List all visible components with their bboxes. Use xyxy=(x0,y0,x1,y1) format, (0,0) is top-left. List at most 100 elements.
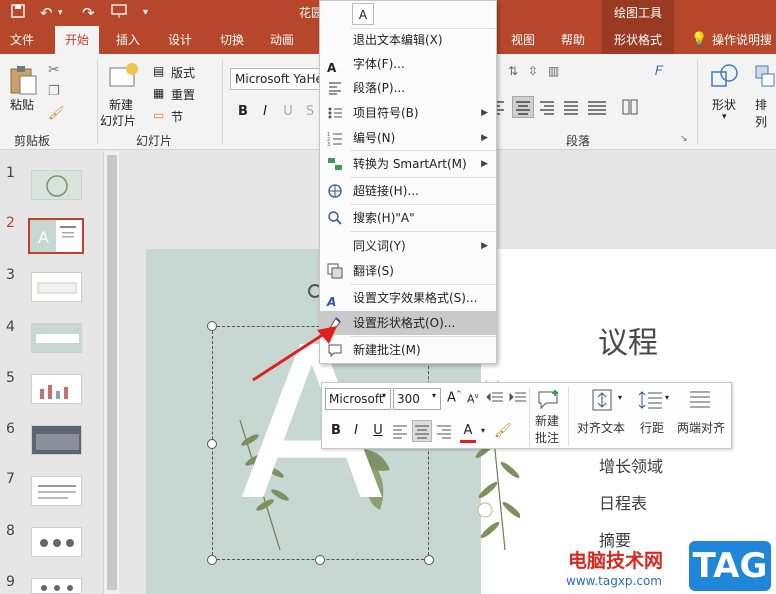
customize-qat-icon[interactable]: ▾ xyxy=(143,3,148,23)
resize-handle[interactable] xyxy=(207,555,217,565)
slide-thumbnail-3[interactable] xyxy=(31,272,82,302)
align-text-label[interactable]: 对齐文本 xyxy=(577,419,625,436)
menu-item-search[interactable]: 搜索(H)"A" xyxy=(320,206,496,230)
new-slide-label-1[interactable]: 新建 xyxy=(109,96,133,113)
reset-label[interactable]: 重置 xyxy=(171,86,195,103)
paste-label[interactable]: 粘贴 xyxy=(10,96,34,113)
line-spacing-dropdown-icon[interactable]: ▾ xyxy=(665,393,669,402)
dialog-launcher-icon[interactable]: ↘ xyxy=(680,134,688,144)
format-painter-icon[interactable]: 🖌 xyxy=(48,106,65,121)
tab-home[interactable]: 开始 xyxy=(55,26,99,54)
menu-item-hyperlink[interactable]: 超链接(H)... xyxy=(320,179,496,203)
new-slide-icon[interactable] xyxy=(108,62,138,93)
copy-icon[interactable]: ❐ xyxy=(48,84,60,99)
tab-shape-format[interactable]: 形状格式 xyxy=(602,26,674,54)
font-color-dropdown-icon[interactable]: ▾ xyxy=(481,426,485,435)
mini-align-left-icon[interactable] xyxy=(390,420,410,442)
mini-align-right-icon[interactable] xyxy=(434,420,454,442)
menu-item-font[interactable]: A 字体(F)... xyxy=(320,52,496,76)
menu-item-format-shape[interactable]: 设置形状格式(O)... xyxy=(320,311,496,335)
strikethrough-button[interactable]: S xyxy=(300,102,320,122)
resize-handle[interactable] xyxy=(424,555,434,565)
menu-item-translate[interactable]: 翻译(S) xyxy=(320,259,496,283)
distributed-icon[interactable] xyxy=(586,98,608,119)
menu-item-convert-smartart[interactable]: 转换为 SmartArt(M) ▶ xyxy=(320,152,496,176)
layout-label[interactable]: 版式 xyxy=(171,64,195,81)
italic-button[interactable]: I xyxy=(255,102,275,122)
paste-icon[interactable] xyxy=(8,64,38,99)
slide-title[interactable]: 议程 xyxy=(598,318,658,362)
new-slide-label-2[interactable]: 幻灯片 xyxy=(100,112,136,129)
present-from-start-icon[interactable] xyxy=(110,3,128,24)
grow-font-icon[interactable]: A^ xyxy=(447,390,462,405)
line-spacing-label[interactable]: 行距 xyxy=(640,419,664,436)
mini-italic-button[interactable]: I xyxy=(346,420,366,442)
section-icon[interactable]: ▭ xyxy=(153,108,164,122)
columns-icon[interactable]: ▥ xyxy=(548,64,559,78)
justify-label[interactable]: 两端对齐 xyxy=(677,419,725,436)
tab-transitions[interactable]: 切换 xyxy=(210,26,254,54)
reset-icon[interactable]: ▦ xyxy=(153,86,164,100)
tab-view[interactable]: 视图 xyxy=(501,26,545,54)
menu-item-numbering[interactable]: 123 编号(N) ▶ xyxy=(320,126,496,150)
menu-item-bullets[interactable]: 项目符号(B) ▶ xyxy=(320,101,496,125)
justify-text-icon[interactable] xyxy=(689,389,711,414)
new-comment-icon[interactable] xyxy=(535,388,561,413)
text-style-preview-icon[interactable]: A xyxy=(352,3,374,25)
arrange-label[interactable]: 排列 xyxy=(755,96,776,130)
tab-help[interactable]: 帮助 xyxy=(551,26,595,54)
mini-bold-button[interactable]: B xyxy=(326,420,346,442)
slide-thumbnail-4[interactable] xyxy=(31,323,82,353)
font-dropdown-icon[interactable]: ▾ xyxy=(382,391,386,400)
slide-thumbnail-9[interactable] xyxy=(31,578,82,594)
agenda-item[interactable]: 日程表 xyxy=(599,490,647,514)
font-name-box[interactable]: Microsoft YaHe xyxy=(230,68,328,90)
resize-handle[interactable] xyxy=(207,321,217,331)
tab-design[interactable]: 设计 xyxy=(158,26,202,54)
underline-button[interactable]: U xyxy=(278,102,298,122)
mini-font-color-button[interactable]: A xyxy=(458,420,478,442)
shapes-icon[interactable] xyxy=(709,62,739,95)
bold-button[interactable]: B xyxy=(233,102,253,122)
font-style-icon[interactable]: 𝐹 xyxy=(655,64,663,79)
text-direction-icon[interactable]: ⇅ xyxy=(508,64,518,78)
menu-item-paragraph[interactable]: 段落(P)... xyxy=(320,76,496,100)
shapes-dropdown-icon[interactable]: ▾ xyxy=(722,112,727,122)
align-text-icon[interactable]: ⇳ xyxy=(528,64,538,78)
align-text-icon[interactable] xyxy=(589,388,619,415)
resize-handle[interactable] xyxy=(315,555,325,565)
line-spacing-icon[interactable] xyxy=(638,389,664,414)
redo-icon[interactable]: ↷ xyxy=(82,3,95,23)
tell-me-search[interactable]: 操作说明搜 xyxy=(712,26,776,54)
shrink-font-icon[interactable]: Av xyxy=(467,392,479,406)
menu-item-format-text-effects[interactable]: A 设置文字效果格式(S)... xyxy=(320,286,496,310)
menu-item-synonyms[interactable]: 同义词(Y) ▶ xyxy=(320,234,496,258)
tab-animations[interactable]: 动画 xyxy=(260,26,304,54)
slide-thumbnail-1[interactable] xyxy=(31,170,82,200)
undo-icon[interactable]: ↶ xyxy=(40,3,53,23)
arrange-icon[interactable] xyxy=(754,62,776,95)
section-label[interactable]: 节 xyxy=(171,108,183,125)
menu-item-exit-text-edit[interactable]: 退出文本编辑(X) xyxy=(320,28,496,52)
columns-layout-icon[interactable] xyxy=(621,98,639,119)
tab-file[interactable]: 文件 xyxy=(0,26,44,54)
size-dropdown-icon[interactable]: ▾ xyxy=(432,391,436,400)
layout-icon[interactable]: ▤ xyxy=(153,64,164,78)
slide-thumbnail-8[interactable] xyxy=(31,527,82,557)
justify-icon[interactable] xyxy=(562,98,580,119)
align-right-icon[interactable] xyxy=(538,98,556,119)
undo-dropdown-icon[interactable]: ▾ xyxy=(58,3,63,23)
slide-thumbnail-6[interactable] xyxy=(31,425,82,455)
mini-align-center-icon[interactable] xyxy=(412,420,432,442)
new-comment-label-2[interactable]: 批注 xyxy=(535,429,559,446)
tab-insert[interactable]: 插入 xyxy=(106,26,150,54)
decrease-indent-icon[interactable] xyxy=(486,391,504,408)
new-comment-label-1[interactable]: 新建 xyxy=(535,412,559,429)
resize-handle[interactable] xyxy=(207,439,217,449)
increase-indent-icon[interactable] xyxy=(509,391,527,408)
scrollbar-thumb[interactable] xyxy=(107,155,117,590)
slide-thumbnail-2[interactable]: A xyxy=(28,218,84,254)
align-center-icon[interactable] xyxy=(512,96,534,118)
mini-format-painter-icon[interactable]: 🖌 xyxy=(494,423,512,439)
slides-scrollbar[interactable] xyxy=(103,151,119,594)
